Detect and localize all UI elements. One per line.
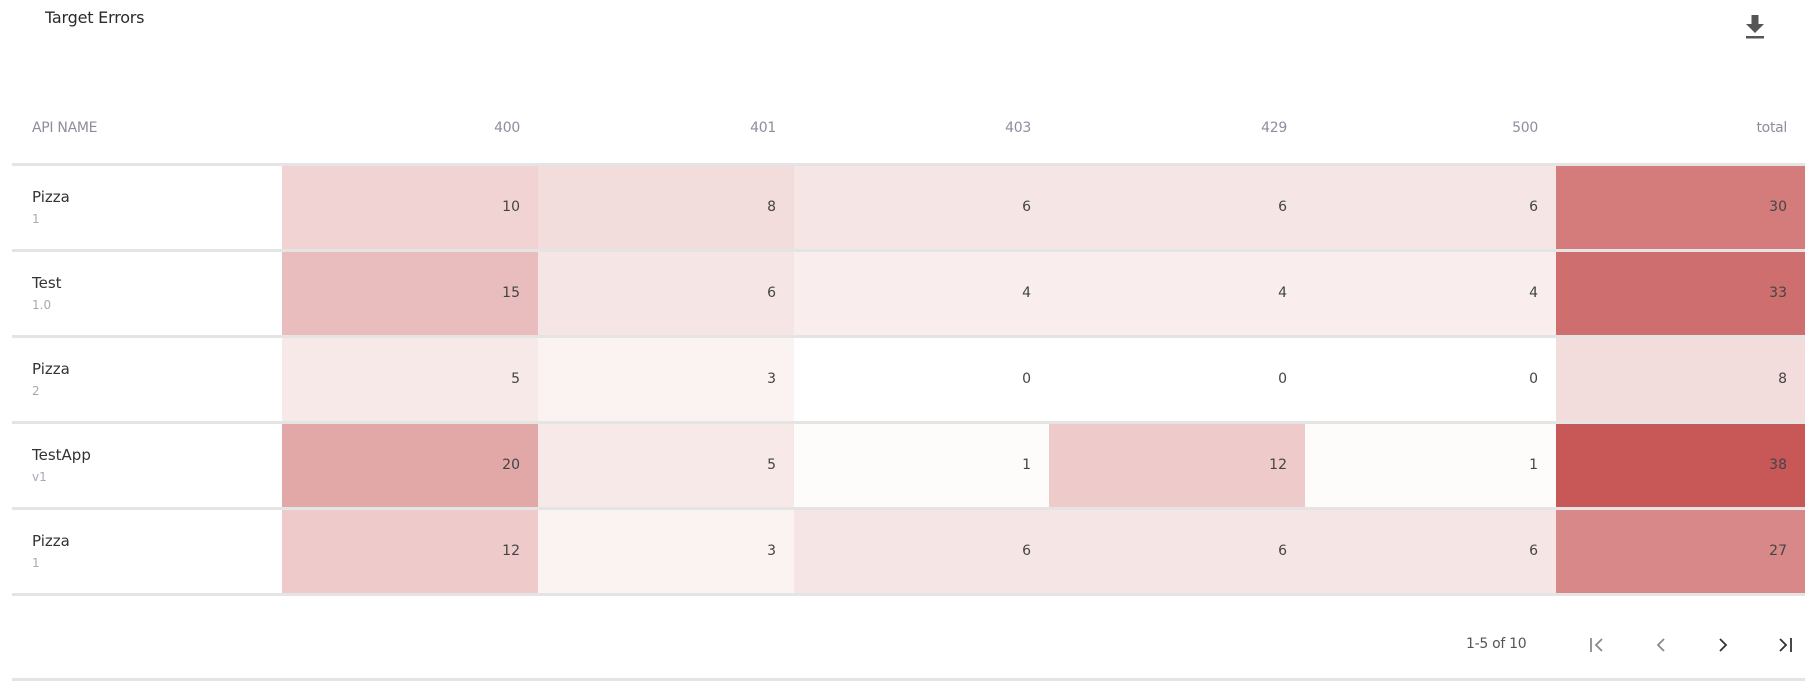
table-row: Pizza 2 5 3 0 0 0 8 bbox=[12, 336, 1805, 424]
api-name-cell: Pizza 2 bbox=[12, 336, 282, 424]
column-header-429[interactable]: 429 bbox=[1049, 100, 1305, 166]
column-header-api-name[interactable]: API NAME bbox=[12, 100, 282, 166]
error-count-cell: 10 bbox=[282, 164, 538, 252]
target-errors-card: Target Errors API NAME 400 401 403 429 5… bbox=[0, 0, 1814, 690]
first-page-icon[interactable] bbox=[1580, 628, 1614, 662]
error-count-cell: 8 bbox=[538, 164, 794, 252]
error-count-cell: 6 bbox=[1305, 508, 1556, 596]
last-page-icon[interactable] bbox=[1768, 628, 1802, 662]
error-count-cell: 3 bbox=[538, 336, 794, 424]
previous-page-icon[interactable] bbox=[1644, 628, 1678, 662]
api-name: TestApp bbox=[32, 446, 91, 464]
api-name: Pizza bbox=[32, 188, 70, 206]
error-total-cell: 8 bbox=[1556, 336, 1805, 424]
next-page-icon[interactable] bbox=[1706, 628, 1740, 662]
table-row: TestApp v1 20 5 1 12 1 38 bbox=[12, 422, 1805, 510]
column-header-403[interactable]: 403 bbox=[794, 100, 1049, 166]
api-name-cell: Pizza 1 bbox=[12, 164, 282, 252]
error-count-cell: 4 bbox=[794, 250, 1049, 338]
error-total-cell: 30 bbox=[1556, 164, 1805, 252]
error-count-cell: 15 bbox=[282, 250, 538, 338]
api-name-cell: Pizza 1 bbox=[12, 508, 282, 596]
error-count-cell: 6 bbox=[1049, 164, 1305, 252]
column-header-401[interactable]: 401 bbox=[538, 100, 794, 166]
error-total-cell: 33 bbox=[1556, 250, 1805, 338]
api-version: 1.0 bbox=[32, 298, 52, 312]
error-count-cell: 12 bbox=[282, 508, 538, 596]
error-count-cell: 0 bbox=[1049, 336, 1305, 424]
api-name-cell: Test 1.0 bbox=[12, 250, 282, 338]
error-count-cell: 6 bbox=[1049, 508, 1305, 596]
api-name: Pizza bbox=[32, 532, 70, 550]
error-count-cell: 6 bbox=[538, 250, 794, 338]
api-version: 2 bbox=[32, 384, 40, 398]
error-count-cell: 5 bbox=[538, 422, 794, 510]
error-count-cell: 0 bbox=[1305, 336, 1556, 424]
pagination-bar: 1-5 of 10 bbox=[12, 610, 1805, 681]
error-count-cell: 6 bbox=[1305, 164, 1556, 252]
error-total-cell: 38 bbox=[1556, 422, 1805, 510]
header-row: API NAME 400 401 403 429 500 total bbox=[12, 100, 1805, 166]
error-count-cell: 0 bbox=[794, 336, 1049, 424]
error-count-cell: 4 bbox=[1049, 250, 1305, 338]
error-count-cell: 12 bbox=[1049, 422, 1305, 510]
card-title: Target Errors bbox=[45, 8, 145, 27]
download-icon[interactable] bbox=[1742, 12, 1768, 40]
error-count-cell: 5 bbox=[282, 336, 538, 424]
error-count-cell: 6 bbox=[794, 164, 1049, 252]
error-count-cell: 1 bbox=[794, 422, 1049, 510]
api-version: 1 bbox=[32, 212, 40, 226]
error-count-cell: 6 bbox=[794, 508, 1049, 596]
error-total-cell: 27 bbox=[1556, 508, 1805, 596]
error-count-cell: 4 bbox=[1305, 250, 1556, 338]
pagination-range: 1-5 of 10 bbox=[1466, 636, 1527, 652]
error-count-cell: 3 bbox=[538, 508, 794, 596]
api-name: Test bbox=[32, 274, 62, 292]
table-row: Test 1.0 15 6 4 4 4 33 bbox=[12, 250, 1805, 338]
error-count-cell: 1 bbox=[1305, 422, 1556, 510]
error-count-cell: 20 bbox=[282, 422, 538, 510]
target-errors-table: API NAME 400 401 403 429 500 total Pizza… bbox=[12, 100, 1805, 596]
api-version: 1 bbox=[32, 556, 40, 570]
api-version: v1 bbox=[32, 470, 47, 484]
table-row: Pizza 1 10 8 6 6 6 30 bbox=[12, 164, 1805, 252]
column-header-total[interactable]: total bbox=[1556, 100, 1805, 166]
api-name: Pizza bbox=[32, 360, 70, 378]
table-row: Pizza 1 12 3 6 6 6 27 bbox=[12, 508, 1805, 596]
column-header-500[interactable]: 500 bbox=[1305, 100, 1556, 166]
column-header-400[interactable]: 400 bbox=[282, 100, 538, 166]
api-name-cell: TestApp v1 bbox=[12, 422, 282, 510]
